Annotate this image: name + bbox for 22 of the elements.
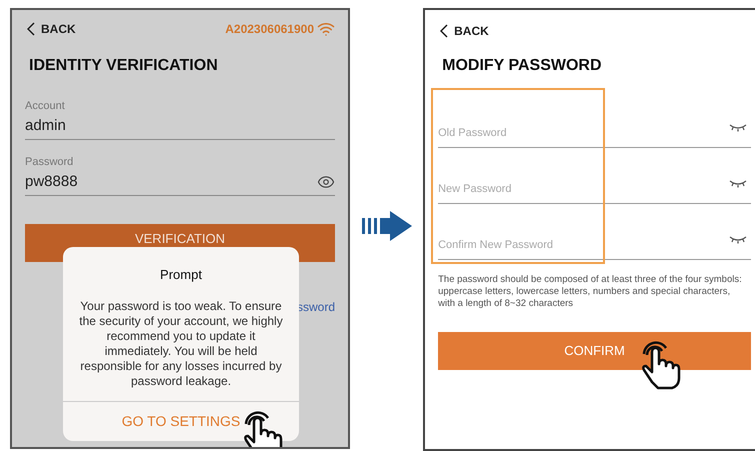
closed-eye-icon[interactable] (729, 124, 747, 132)
dialog-title: Prompt (159, 266, 203, 284)
back-button[interactable]: BACK (25, 20, 76, 38)
confirm-button[interactable]: CONFIRM (438, 332, 751, 370)
page-title: MODIFY PASSWORD (442, 56, 603, 76)
chevron-left-icon (27, 22, 35, 36)
device-serial: A202306061900 (225, 21, 314, 38)
page-title: IDENTITY VERIFICATION (29, 56, 219, 76)
dialog-message: Your password is too weak. To ensure the security of your account, we highly recommend you to update it immediately. You will be held responsible for any losses incurred by password leakage. (78, 298, 284, 388)
arrow-icon (362, 210, 412, 240)
go-to-settings-button[interactable]: GO TO SETTINGS (122, 411, 240, 432)
password-hint: The password should be composed of at least three of the four symbols: uppercase letters, lowercase letters, numbers and special characters, with a length of 8~32 characters (438, 274, 743, 310)
closed-eye-icon[interactable] (729, 180, 747, 188)
input-field[interactable]: New Password (438, 164, 751, 204)
chevron-left-icon (440, 24, 448, 38)
closed-eye-icon[interactable] (729, 236, 747, 244)
input-field[interactable]: Password pw8888 (25, 154, 335, 196)
wifi-icon (317, 20, 335, 38)
back-button[interactable]: BACK (438, 22, 489, 40)
input-field[interactable]: Old Password (438, 108, 751, 148)
input-field[interactable]: Account admin (25, 98, 335, 140)
input-field[interactable]: Confirm New Password (438, 220, 751, 260)
